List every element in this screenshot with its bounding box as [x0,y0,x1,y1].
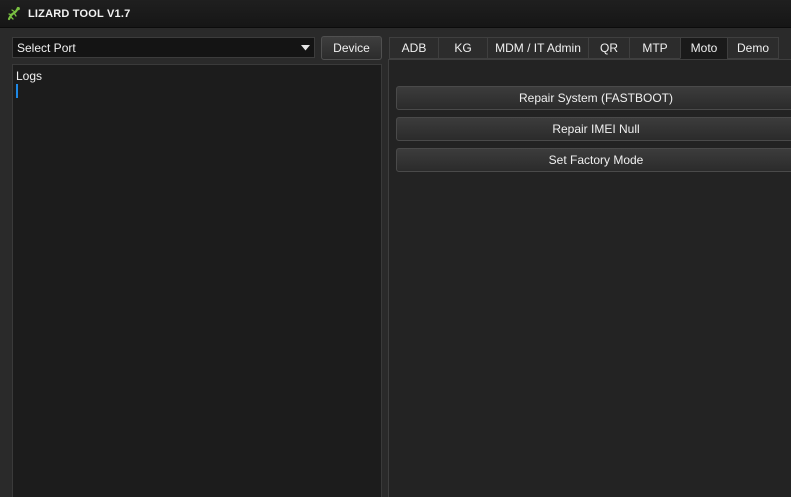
tab-label: ADB [401,41,427,55]
tab-mtp[interactable]: MTP [629,37,681,59]
tab-mdm-it-admin[interactable]: MDM / IT Admin [487,37,589,59]
tab-label: QR [600,41,618,55]
tab-moto[interactable]: Moto [680,37,728,59]
lizard-icon [6,6,22,22]
port-select-value: Select Port [17,40,76,55]
tab-qr[interactable]: QR [588,37,630,59]
text-caret [16,84,18,98]
logs-title: Logs [16,69,43,83]
repair-imei-null-button[interactable]: Repair IMEI Null [396,117,791,141]
dropdown-arrow-icon[interactable] [296,44,314,51]
tab-label: KG [454,41,472,55]
tab-adb[interactable]: ADB [389,37,439,59]
tab-label: Demo [736,41,769,55]
tab-label: Moto [690,41,718,55]
device-button[interactable]: Device [321,36,382,60]
tab-kg[interactable]: KG [438,37,488,59]
tab-bar: ADB KG MDM / IT Admin QR MTP Moto Demo [389,37,779,59]
tab-label: MDM / IT Admin [495,41,581,55]
title-bar: LIZARD TOOL V1.7 [0,0,791,28]
port-select[interactable]: Select Port [12,37,315,58]
moto-tab-panel: Repair System (FASTBOOT) Repair IMEI Nul… [388,59,791,497]
app-title: LIZARD TOOL V1.7 [28,7,131,20]
tab-label: MTP [642,41,668,55]
set-factory-mode-button[interactable]: Set Factory Mode [396,148,791,172]
tab-demo[interactable]: Demo [727,37,779,59]
repair-system-fastboot-button[interactable]: Repair System (FASTBOOT) [396,86,791,110]
logs-panel[interactable]: Logs [12,64,382,497]
